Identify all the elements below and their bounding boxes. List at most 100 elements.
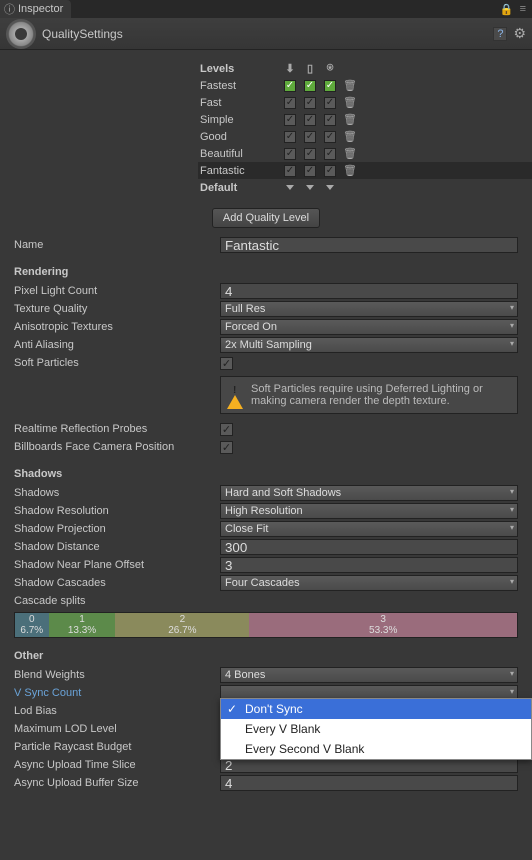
pixel-light-input[interactable] <box>220 283 518 299</box>
lock-icon[interactable]: 🔒 <box>500 3 514 16</box>
level-name: Simple <box>200 114 280 126</box>
vsync-dropdown: Don't SyncEvery V BlankEvery Second V Bl… <box>220 698 532 760</box>
level-web-checkbox[interactable] <box>324 131 336 143</box>
level-web-checkbox[interactable] <box>324 97 336 109</box>
gear-icon <box>6 19 36 49</box>
level-desktop-checkbox[interactable] <box>284 114 296 126</box>
level-row-fantastic[interactable]: Fantastic 🗑 <box>198 162 532 179</box>
level-mobile-checkbox[interactable] <box>304 165 316 177</box>
shadow-dist-input[interactable] <box>220 539 518 555</box>
other-title: Other <box>14 650 518 662</box>
level-desktop-checkbox[interactable] <box>284 165 296 177</box>
trash-icon[interactable]: 🗑 <box>340 113 360 126</box>
texture-quality-popup[interactable]: Full Res <box>220 301 518 317</box>
trash-icon[interactable]: 🗑 <box>340 147 360 160</box>
level-mobile-checkbox[interactable] <box>304 97 316 109</box>
aniso-popup[interactable]: Forced On <box>220 319 518 335</box>
shadow-dist-label: Shadow Distance <box>14 541 220 553</box>
levels-header: Levels <box>200 63 280 75</box>
soft-particles-info: Soft Particles require using Deferred Li… <box>220 376 518 414</box>
levels-table: Levels ⬇ ▯ ⍟ Fastest🗑Fast🗑Simple🗑Good🗑Be… <box>0 50 532 204</box>
max-lod-label: Maximum LOD Level <box>14 723 220 735</box>
soft-particles-checkbox[interactable] <box>220 357 233 370</box>
level-mobile-checkbox[interactable] <box>304 114 316 126</box>
level-web-checkbox[interactable] <box>324 80 336 92</box>
cascade-splits-bar[interactable]: 06.7%113.3%226.7%353.3% <box>14 612 518 638</box>
level-name: Good <box>200 131 280 143</box>
blend-weights-popup[interactable]: 4 Bones <box>220 667 518 683</box>
anti-aliasing-popup[interactable]: 2x Multi Sampling <box>220 337 518 353</box>
shadow-near-input[interactable] <box>220 557 518 573</box>
level-mobile-checkbox[interactable] <box>304 148 316 160</box>
billboards-checkbox[interactable] <box>220 441 233 454</box>
level-web-checkbox[interactable] <box>324 165 336 177</box>
inspector-tab[interactable]: ⓘ Inspector <box>0 0 71 18</box>
aniso-label: Anisotropic Textures <box>14 321 220 333</box>
anti-aliasing-label: Anti Aliasing <box>14 339 220 351</box>
level-name: Fastest <box>200 80 280 92</box>
settings-gear-icon[interactable]: ⚙ <box>513 25 526 42</box>
desktop-icon: ⬇ <box>280 62 300 75</box>
shadow-cascades-popup[interactable]: Four Cascades <box>220 575 518 591</box>
warning-icon <box>227 383 243 397</box>
level-desktop-checkbox[interactable] <box>284 80 296 92</box>
lod-bias-label: Lod Bias <box>14 705 220 717</box>
cascade-segment-0[interactable]: 06.7% <box>15 613 49 637</box>
level-mobile-checkbox[interactable] <box>304 131 316 143</box>
vsync-option-0[interactable]: Don't Sync <box>221 699 531 719</box>
info-icon: ⓘ <box>4 1 15 17</box>
name-input[interactable] <box>220 237 518 253</box>
level-row-fastest[interactable]: Fastest 🗑 <box>200 77 532 94</box>
level-name: Fantastic <box>200 165 280 177</box>
texture-quality-label: Texture Quality <box>14 303 220 315</box>
default-desktop[interactable] <box>280 185 300 190</box>
level-desktop-checkbox[interactable] <box>284 131 296 143</box>
async-upload-time-label: Async Upload Time Slice <box>14 759 220 771</box>
level-web-checkbox[interactable] <box>324 148 336 160</box>
default-web[interactable] <box>320 185 340 190</box>
level-name: Fast <box>200 97 280 109</box>
tab-menu-icon[interactable]: ≡ <box>520 3 526 16</box>
trash-icon[interactable]: 🗑 <box>340 96 360 109</box>
rendering-title: Rendering <box>14 266 518 278</box>
level-row-beautiful[interactable]: Beautiful 🗑 <box>200 145 532 162</box>
pixel-light-label: Pixel Light Count <box>14 285 220 297</box>
trash-icon[interactable]: 🗑 <box>340 130 360 143</box>
add-quality-level-button[interactable]: Add Quality Level <box>212 208 320 228</box>
mobile-icon: ▯ <box>300 62 320 75</box>
shadows-label: Shadows <box>14 487 220 499</box>
trash-icon[interactable]: 🗑 <box>340 79 360 92</box>
cascade-segment-2[interactable]: 226.7% <box>115 613 249 637</box>
level-name: Beautiful <box>200 148 280 160</box>
vsync-label: V Sync Count <box>14 687 220 699</box>
help-icon[interactable]: ? <box>493 27 507 41</box>
particle-raycast-label: Particle Raycast Budget <box>14 741 220 753</box>
vsync-option-2[interactable]: Every Second V Blank <box>221 739 531 759</box>
trash-icon[interactable]: 🗑 <box>340 164 360 177</box>
cascade-segment-1[interactable]: 113.3% <box>49 613 116 637</box>
level-desktop-checkbox[interactable] <box>284 148 296 160</box>
refl-probes-label: Realtime Reflection Probes <box>14 423 220 435</box>
level-mobile-checkbox[interactable] <box>304 80 316 92</box>
default-label: Default <box>200 182 280 194</box>
web-icon: ⍟ <box>320 62 340 75</box>
shadow-near-label: Shadow Near Plane Offset <box>14 559 220 571</box>
shadow-res-popup[interactable]: High Resolution <box>220 503 518 519</box>
shadow-proj-popup[interactable]: Close Fit <box>220 521 518 537</box>
blend-weights-label: Blend Weights <box>14 669 220 681</box>
cascade-segment-3[interactable]: 353.3% <box>249 613 517 637</box>
default-mobile[interactable] <box>300 185 320 190</box>
shadow-proj-label: Shadow Projection <box>14 523 220 535</box>
refl-probes-checkbox[interactable] <box>220 423 233 436</box>
level-row-fast[interactable]: Fast 🗑 <box>200 94 532 111</box>
level-desktop-checkbox[interactable] <box>284 97 296 109</box>
billboards-label: Billboards Face Camera Position <box>14 441 220 453</box>
level-web-checkbox[interactable] <box>324 114 336 126</box>
cascade-splits-label: Cascade splits <box>14 595 220 607</box>
vsync-option-1[interactable]: Every V Blank <box>221 719 531 739</box>
shadows-popup[interactable]: Hard and Soft Shadows <box>220 485 518 501</box>
soft-particles-label: Soft Particles <box>14 357 220 369</box>
level-row-simple[interactable]: Simple 🗑 <box>200 111 532 128</box>
async-upload-buffer-input[interactable] <box>220 775 518 791</box>
level-row-good[interactable]: Good 🗑 <box>200 128 532 145</box>
